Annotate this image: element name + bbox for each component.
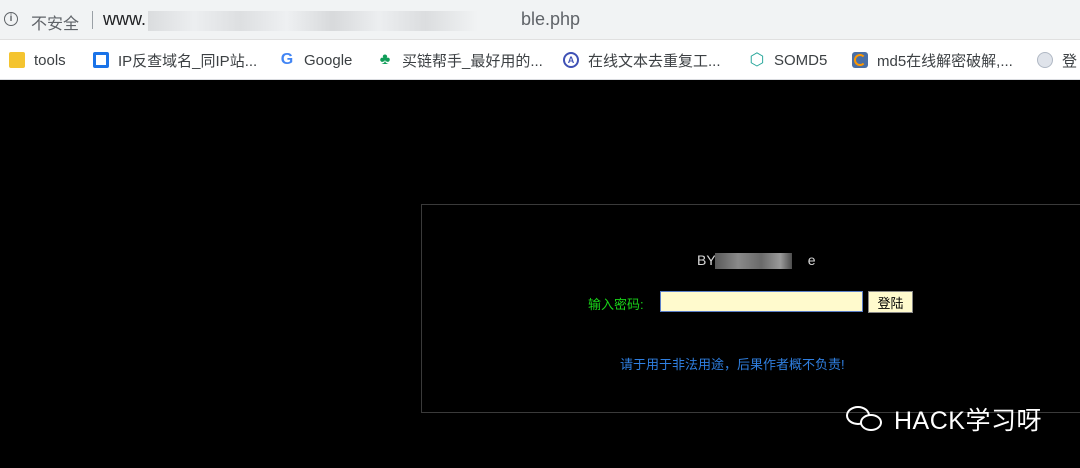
watermark-text: HACK学习呀 [894,407,1042,435]
author-redaction-blur [715,253,792,269]
bookmark-label: IP反查域名_同IP站... [118,52,258,70]
url-suffix: ble.php [521,9,581,29]
bookmark-md5[interactable]: md5在线解密破解,... [852,40,1013,80]
wechat-watermark: HACK学习呀 [846,401,1042,437]
wechat-icon [846,404,886,434]
url-redaction-blur [148,11,478,31]
dedupe-tool-icon: A [563,52,579,68]
somd5-icon: ⬡ [749,50,765,69]
globe-icon [1037,52,1053,68]
bookmark-label: SOMD5 [774,51,828,69]
bookmark-label: Google [304,51,353,69]
bookmark-link-helper[interactable]: ♣ 买链帮手_最好用的... [377,40,543,80]
bookmark-label: 买链帮手_最好用的... [402,52,543,70]
password-input[interactable] [660,291,863,312]
bookmark-label: 在线文本去重复工... [588,52,721,70]
bookmark-overflow[interactable]: 登 [1037,40,1077,80]
password-label: 输入密码: [588,297,644,312]
ip-lookup-icon [93,52,109,68]
google-icon: G [280,51,294,68]
bookmark-dedupe-tool[interactable]: A 在线文本去重复工... [563,40,721,80]
bookmark-label: md5在线解密破解,... [877,52,1013,70]
bookmark-ip-lookup[interactable]: IP反查域名_同IP站... [93,40,257,80]
md5-icon [852,52,868,68]
info-icon[interactable]: i [4,12,18,26]
bookmark-google[interactable]: G Google [279,40,353,80]
by-label: BY [697,252,716,268]
bookmark-tools[interactable]: tools [9,40,66,80]
folder-icon [9,52,25,68]
address-bar[interactable]: i 不安全 www. ble.php [0,0,1080,40]
bookmark-label: 登 [1062,52,1078,70]
bookmarks-bar: tools IP反查域名_同IP站... G Google ♣ 买链帮手_最好用… [0,40,1080,80]
by-suffix: e [807,252,816,268]
security-label[interactable]: 不安全 [31,10,79,34]
disclaimer-text: 请于用于非法用途，后果作者概不负责! [620,357,845,372]
bookmark-somd5[interactable]: ⬡ SOMD5 [749,40,828,80]
link-helper-icon: ♣ [379,51,391,68]
address-divider [92,11,93,29]
bookmark-label: tools [34,51,66,69]
login-button[interactable]: 登陆 [868,291,913,313]
url-prefix: www. [103,9,147,29]
